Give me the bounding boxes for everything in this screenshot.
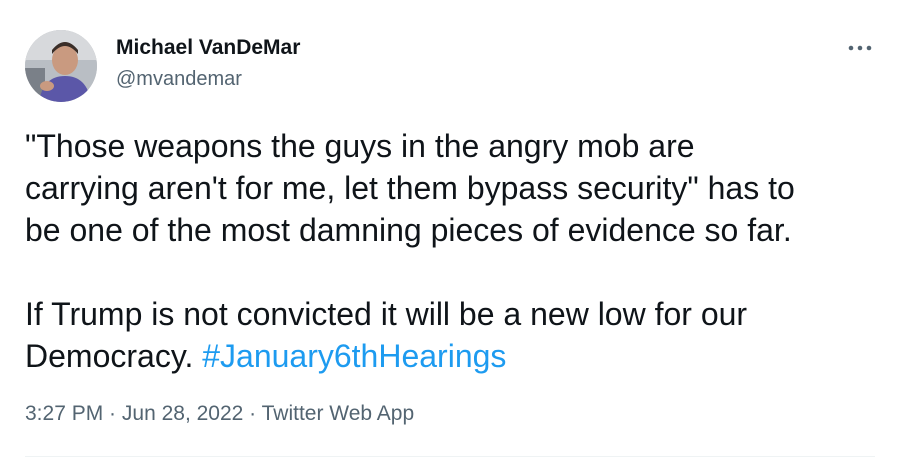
tweet-card: Michael VanDeMar @mvandemar "Those weapo… bbox=[0, 0, 900, 468]
avatar[interactable] bbox=[25, 30, 97, 102]
author-name[interactable]: Michael VanDeMar bbox=[116, 36, 300, 60]
meta-separator: · bbox=[103, 402, 122, 425]
more-options-button[interactable] bbox=[840, 30, 880, 66]
divider bbox=[25, 456, 875, 457]
avatar-image bbox=[25, 30, 97, 102]
tweet-meta: 3:27 PM · Jun 28, 2022 · Twitter Web App bbox=[25, 402, 414, 426]
hashtag-link[interactable]: #January6thHearings bbox=[202, 338, 506, 374]
meta-separator: · bbox=[243, 402, 262, 425]
tweet-date[interactable]: Jun 28, 2022 bbox=[122, 402, 243, 425]
tweet-text: "Those weapons the guys in the angry mob… bbox=[25, 125, 885, 377]
more-horizontal-icon bbox=[848, 45, 872, 51]
tweet-source[interactable]: Twitter Web App bbox=[262, 402, 415, 425]
author-handle[interactable]: @mvandemar bbox=[116, 68, 242, 91]
tweet-time[interactable]: 3:27 PM bbox=[25, 402, 103, 425]
